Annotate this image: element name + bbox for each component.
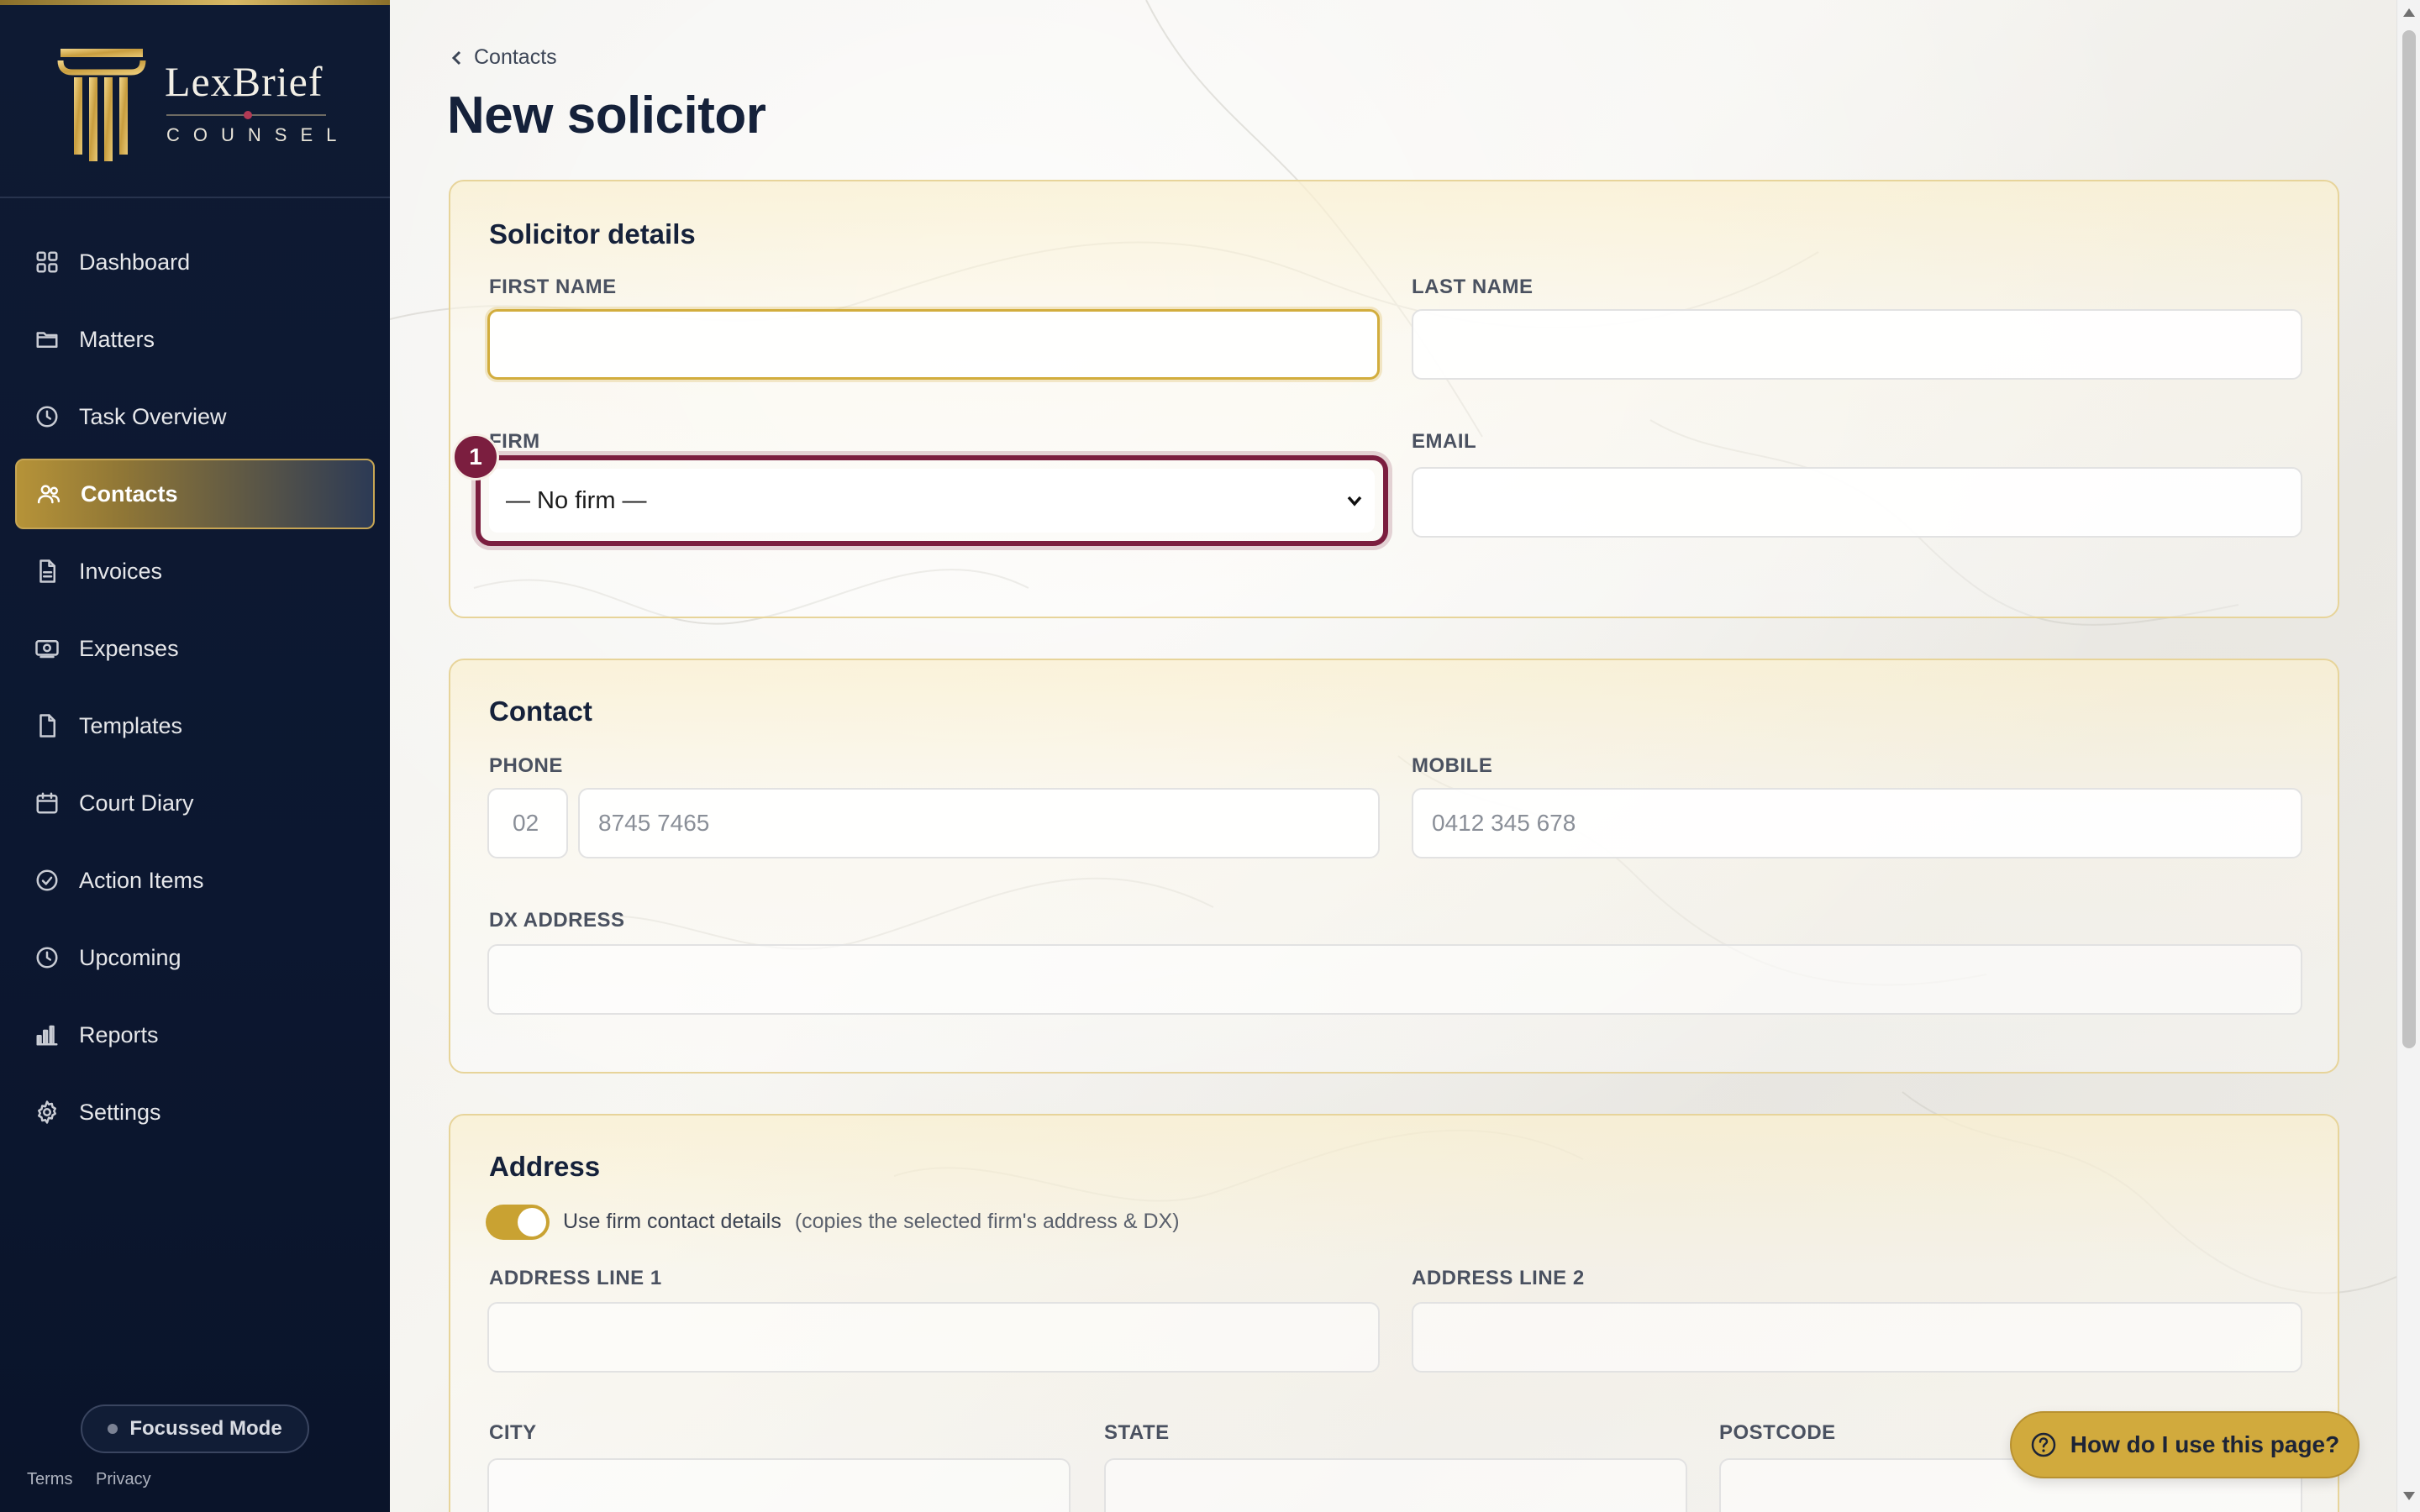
help-button-label: How do I use this page? [2070, 1431, 2340, 1457]
gear-icon [34, 1099, 60, 1126]
dx-address-label: DX ADDRESS [489, 909, 625, 932]
scroll-down-arrow-icon[interactable] [2403, 1492, 2415, 1500]
folder-icon [34, 326, 60, 353]
email-label: EMAIL [1412, 430, 1477, 453]
sidebar-item-action-items[interactable]: Action Items [15, 845, 375, 916]
page-title: New solicitor [447, 87, 766, 144]
sidebar-item-label: Settings [79, 1099, 161, 1125]
phone-label: PHONE [489, 754, 563, 777]
address-line1-label: ADDRESS LINE 1 [489, 1267, 662, 1289]
phone-area-code-input[interactable]: 02 [487, 788, 568, 858]
main-content: Contacts New solicitor Solicitor details… [390, 0, 2396, 1512]
brand-dot [244, 111, 252, 119]
last-name-input[interactable] [1412, 309, 2302, 380]
toggle-knob [518, 1208, 546, 1236]
sidebar-item-reports[interactable]: Reports [15, 1000, 375, 1070]
scrollbar-thumb[interactable] [2402, 30, 2416, 1048]
contact-title: Contact [489, 696, 592, 727]
sidebar-item-dashboard[interactable]: Dashboard [15, 227, 375, 297]
focussed-mode-label: Focussed Mode [129, 1417, 282, 1440]
firm-select[interactable]: — No firm — [489, 469, 1375, 533]
check-circle-icon [34, 867, 60, 894]
state-label: STATE [1104, 1421, 1170, 1444]
address-line2-label: ADDRESS LINE 2 [1412, 1267, 1585, 1289]
firm-select-highlight: — No firm — [476, 455, 1388, 546]
sidebar-item-matters[interactable]: Matters [15, 304, 375, 375]
city-input[interactable] [487, 1458, 1071, 1512]
page-scrollbar[interactable] [2396, 0, 2420, 1512]
brand-sub: COUNSEL [166, 124, 350, 145]
brand-logo[interactable]: LexBrief COUNSEL [0, 5, 390, 198]
sidebar-item-label: Task Overview [79, 403, 227, 429]
first-name-input[interactable] [487, 309, 1380, 380]
clock-icon [34, 403, 60, 430]
file-text-icon [34, 558, 60, 585]
dx-address-input[interactable] [487, 944, 2302, 1015]
sidebar-item-label: Invoices [79, 558, 163, 584]
sidebar-item-contacts[interactable]: Contacts [15, 459, 375, 529]
firm-select-value: — No firm — [506, 486, 647, 514]
sidebar-item-task-overview[interactable]: Task Overview [15, 381, 375, 452]
last-name-label: LAST NAME [1412, 276, 1534, 298]
sidebar-item-label: Matters [79, 326, 155, 352]
state-input[interactable] [1104, 1458, 1687, 1512]
sidebar-item-label: Expenses [79, 635, 179, 661]
status-dot-icon [108, 1424, 118, 1434]
address-line2-input[interactable] [1412, 1302, 2302, 1373]
breadcrumb[interactable]: Contacts [449, 45, 557, 70]
email-input[interactable] [1412, 467, 2302, 538]
solicitor-details-card: Solicitor details FIRST NAME LAST NAME F… [449, 180, 2339, 618]
grid-icon [34, 249, 60, 276]
sidebar-footer: Terms Privacy [27, 1470, 170, 1489]
use-firm-details-label: Use firm contact details (copies the sele… [563, 1210, 1180, 1233]
city-label: CITY [489, 1421, 537, 1444]
breadcrumb-contacts: Contacts [474, 45, 557, 69]
step-badge: 1 [452, 433, 499, 480]
sidebar-item-label: Contacts [81, 480, 178, 507]
privacy-link[interactable]: Privacy [96, 1470, 151, 1488]
sidebar-item-expenses[interactable]: Expenses [15, 613, 375, 684]
pillar-logo-icon [57, 49, 146, 161]
question-circle-icon [2031, 1432, 2056, 1457]
scroll-up-arrow-icon[interactable] [2403, 8, 2415, 17]
sidebar-item-label: Dashboard [79, 249, 191, 275]
calendar-icon [34, 790, 60, 816]
sidebar-item-invoices[interactable]: Invoices [15, 536, 375, 606]
sidebar-item-label: Templates [79, 712, 183, 738]
clock-icon [34, 944, 60, 971]
mobile-input[interactable]: 0412 345 678 [1412, 788, 2302, 858]
sidebar-item-settings[interactable]: Settings [15, 1077, 375, 1147]
contact-card: Contact PHONE 02 8745 7465 MOBILE 0412 3… [449, 659, 2339, 1074]
brand-name: LexBrief [165, 58, 324, 105]
chevron-down-icon [1347, 496, 1362, 507]
sidebar: LexBrief COUNSEL Dashboard Matters Task … [0, 0, 390, 1512]
chevron-left-icon [451, 50, 461, 65]
address-title: Address [489, 1151, 601, 1182]
use-firm-details-toggle[interactable] [486, 1205, 550, 1240]
mobile-label: MOBILE [1412, 754, 1493, 777]
sidebar-item-upcoming[interactable]: Upcoming [15, 922, 375, 993]
first-name-label: FIRST NAME [489, 276, 617, 298]
postcode-label: POSTCODE [1719, 1421, 1836, 1444]
banknote-icon [34, 635, 60, 662]
sidebar-item-court-diary[interactable]: Court Diary [15, 768, 375, 838]
sidebar-item-templates[interactable]: Templates [15, 690, 375, 761]
sidebar-item-label: Court Diary [79, 790, 194, 816]
address-line1-input[interactable] [487, 1302, 1380, 1373]
terms-link[interactable]: Terms [27, 1470, 72, 1488]
solicitor-details-title: Solicitor details [489, 218, 696, 249]
phone-input[interactable]: 8745 7465 [578, 788, 1380, 858]
focussed-mode-button[interactable]: Focussed Mode [81, 1404, 309, 1453]
sidebar-item-label: Action Items [79, 867, 204, 893]
bar-chart-icon [34, 1021, 60, 1048]
users-icon [35, 480, 62, 507]
help-button[interactable]: How do I use this page? [2010, 1411, 2360, 1478]
sidebar-item-label: Reports [79, 1021, 159, 1047]
file-icon [34, 712, 60, 739]
sidebar-item-label: Upcoming [79, 944, 182, 970]
